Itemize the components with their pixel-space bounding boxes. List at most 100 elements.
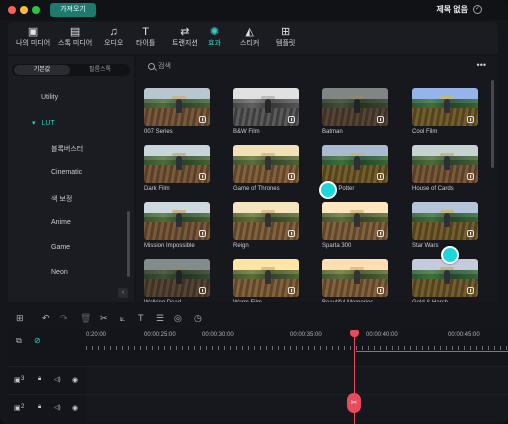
image-icon: ▣ [27, 26, 39, 38]
effect-label: House of Cards [412, 186, 454, 192]
lock-icon[interactable]: 🔒︎ [38, 376, 41, 383]
tool-music-note[interactable]: ♫ 오디오 [104, 25, 123, 49]
cloud-check-icon[interactable]: ✓ [473, 5, 482, 14]
download-icon[interactable] [467, 287, 474, 294]
sidebar-item-3[interactable]: Cinematic [51, 169, 82, 176]
download-icon[interactable] [199, 173, 206, 180]
effect-thumbnail[interactable] [412, 88, 478, 126]
download-icon[interactable] [377, 230, 384, 237]
close-window-button[interactable] [8, 6, 16, 14]
cut-icon[interactable]: ✂ [100, 313, 108, 324]
effect-thumbnail[interactable] [322, 259, 388, 297]
effect-thumbnail[interactable] [233, 202, 299, 240]
tool-sticker[interactable]: ◭ 스티커 [240, 25, 259, 49]
download-icon[interactable] [377, 287, 384, 294]
effect-thumbnail[interactable] [322, 88, 388, 126]
download-icon[interactable] [288, 230, 295, 237]
effect-thumbnail[interactable] [412, 259, 478, 297]
video-track-icon: ▣ [14, 405, 21, 412]
person-figure [349, 267, 364, 285]
split-scissors-icon[interactable]: ✂ [347, 393, 361, 413]
effect-thumbnail[interactable] [144, 88, 210, 126]
minimize-window-button[interactable] [20, 6, 28, 14]
effect-thumbnail[interactable] [233, 259, 299, 297]
timeline: ⧉ ⊘ 0:20:00 00:00:25:00 00:00:30:00 00:00:3… [8, 330, 508, 424]
time-ruler[interactable]: 0:20:00 00:00:25:00 00:00:30:00 00:00:35:00… [86, 332, 508, 352]
zoom-window-button[interactable] [32, 6, 40, 14]
search-input[interactable] [158, 61, 278, 72]
link-icon[interactable]: ⊘ [34, 336, 41, 345]
download-icon[interactable] [377, 173, 384, 180]
timer-icon[interactable]: ◷ [194, 313, 202, 324]
collapse-panel-button[interactable]: ‹ [118, 288, 128, 298]
download-icon[interactable] [199, 230, 206, 237]
import-button[interactable]: 가져오기 [50, 3, 96, 17]
effect-thumbnail[interactable] [233, 145, 299, 183]
speaker-icon[interactable]: ◁) [54, 376, 61, 383]
track-number: 3 [21, 376, 25, 382]
effect-thumbnail[interactable] [412, 202, 478, 240]
sidebar-item-2[interactable]: 블록버스터 [51, 144, 83, 154]
delete-icon[interactable]: 🗑 [80, 313, 91, 324]
effect-label: Walking Dead [144, 300, 224, 302]
eye-icon[interactable]: ◉ [72, 376, 78, 384]
adjust-icon[interactable]: ☰ [156, 313, 164, 324]
effect-thumbnail[interactable] [144, 259, 210, 297]
tool-image[interactable]: ▣ 나의 미디어 [16, 25, 50, 49]
download-icon[interactable] [288, 116, 295, 123]
timecode-label: 00:00:25:00 [144, 332, 176, 338]
grid-scrollbar[interactable] [491, 80, 494, 168]
speaker-icon[interactable]: ◁) [54, 404, 61, 411]
text-icon[interactable]: T [138, 313, 144, 323]
text-icon: T [142, 26, 150, 38]
download-icon[interactable] [467, 230, 474, 237]
tool-effects[interactable]: ✺ 효과 [208, 25, 221, 49]
download-icon[interactable] [288, 173, 295, 180]
lock-icon[interactable]: 🔒︎ [38, 404, 41, 411]
sidebar-item-5[interactable]: Anime [51, 219, 71, 226]
crop-icon[interactable]: ⟀ [120, 313, 125, 324]
eye-icon[interactable]: ◉ [72, 404, 78, 412]
more-options-icon[interactable]: ••• [477, 60, 486, 70]
tool-template[interactable]: ⊞ 템플릿 [276, 25, 295, 49]
search-icon [148, 63, 155, 70]
download-icon[interactable] [199, 287, 206, 294]
person-figure [349, 210, 364, 228]
playhead-handle[interactable] [350, 330, 359, 337]
grid-icon[interactable]: ⊞ [16, 313, 24, 324]
redo-icon[interactable]: ↷ [60, 313, 68, 324]
effect-thumbnail[interactable] [233, 88, 299, 126]
effect-thumbnail[interactable] [144, 202, 210, 240]
sidebar-item-0[interactable]: Utility [41, 94, 58, 101]
track-lane[interactable] [86, 395, 508, 422]
download-icon[interactable] [199, 116, 206, 123]
tab-default[interactable]: 기본값 [14, 65, 70, 75]
download-icon[interactable] [377, 116, 384, 123]
sidebar-item-4[interactable]: 색 보정 [51, 194, 72, 204]
download-icon[interactable] [288, 287, 295, 294]
tool-label: 나의 미디어 [16, 40, 51, 47]
person-figure [171, 267, 186, 285]
tool-text[interactable]: T 타이틀 [136, 25, 155, 49]
effect-thumbnail[interactable] [144, 145, 210, 183]
download-icon[interactable] [467, 173, 474, 180]
category-tabs: 기본값 필름스톡 [12, 64, 130, 76]
media-toolbar: ▣ 나의 미디어 ▤ 스톡 미디어 ♫ 오디오 T 타이틀 ⇄ 트랜지션 ✺ 효과 ◭ 스티커 ⊞ 템플릿 [8, 22, 498, 54]
speed-icon[interactable]: ◎ [174, 313, 182, 324]
effect-thumbnail[interactable] [322, 145, 388, 183]
sidebar-item-7[interactable]: Neon [51, 269, 68, 276]
track-manager-icon[interactable]: ⧉ [16, 336, 22, 346]
download-icon[interactable] [467, 116, 474, 123]
category-scrollbar[interactable] [127, 211, 130, 277]
undo-icon[interactable]: ↶ [42, 313, 50, 324]
sidebar-item-6[interactable]: Game [51, 244, 70, 251]
tool-stock-media[interactable]: ▤ 스톡 미디어 [58, 25, 92, 49]
sidebar-item-1[interactable]: ▾ LUT [32, 119, 55, 127]
effect-thumbnail[interactable] [322, 202, 388, 240]
tab-filmstock[interactable]: 필름스톡 [72, 65, 128, 75]
tool-transition[interactable]: ⇄ 트랜지션 [172, 25, 198, 49]
expand-arrow-icon: ▾ [32, 120, 36, 127]
effect-thumbnail[interactable] [412, 145, 478, 183]
track-lane[interactable] [86, 367, 508, 394]
timecode-label: 00:00:30:00 [202, 332, 234, 338]
